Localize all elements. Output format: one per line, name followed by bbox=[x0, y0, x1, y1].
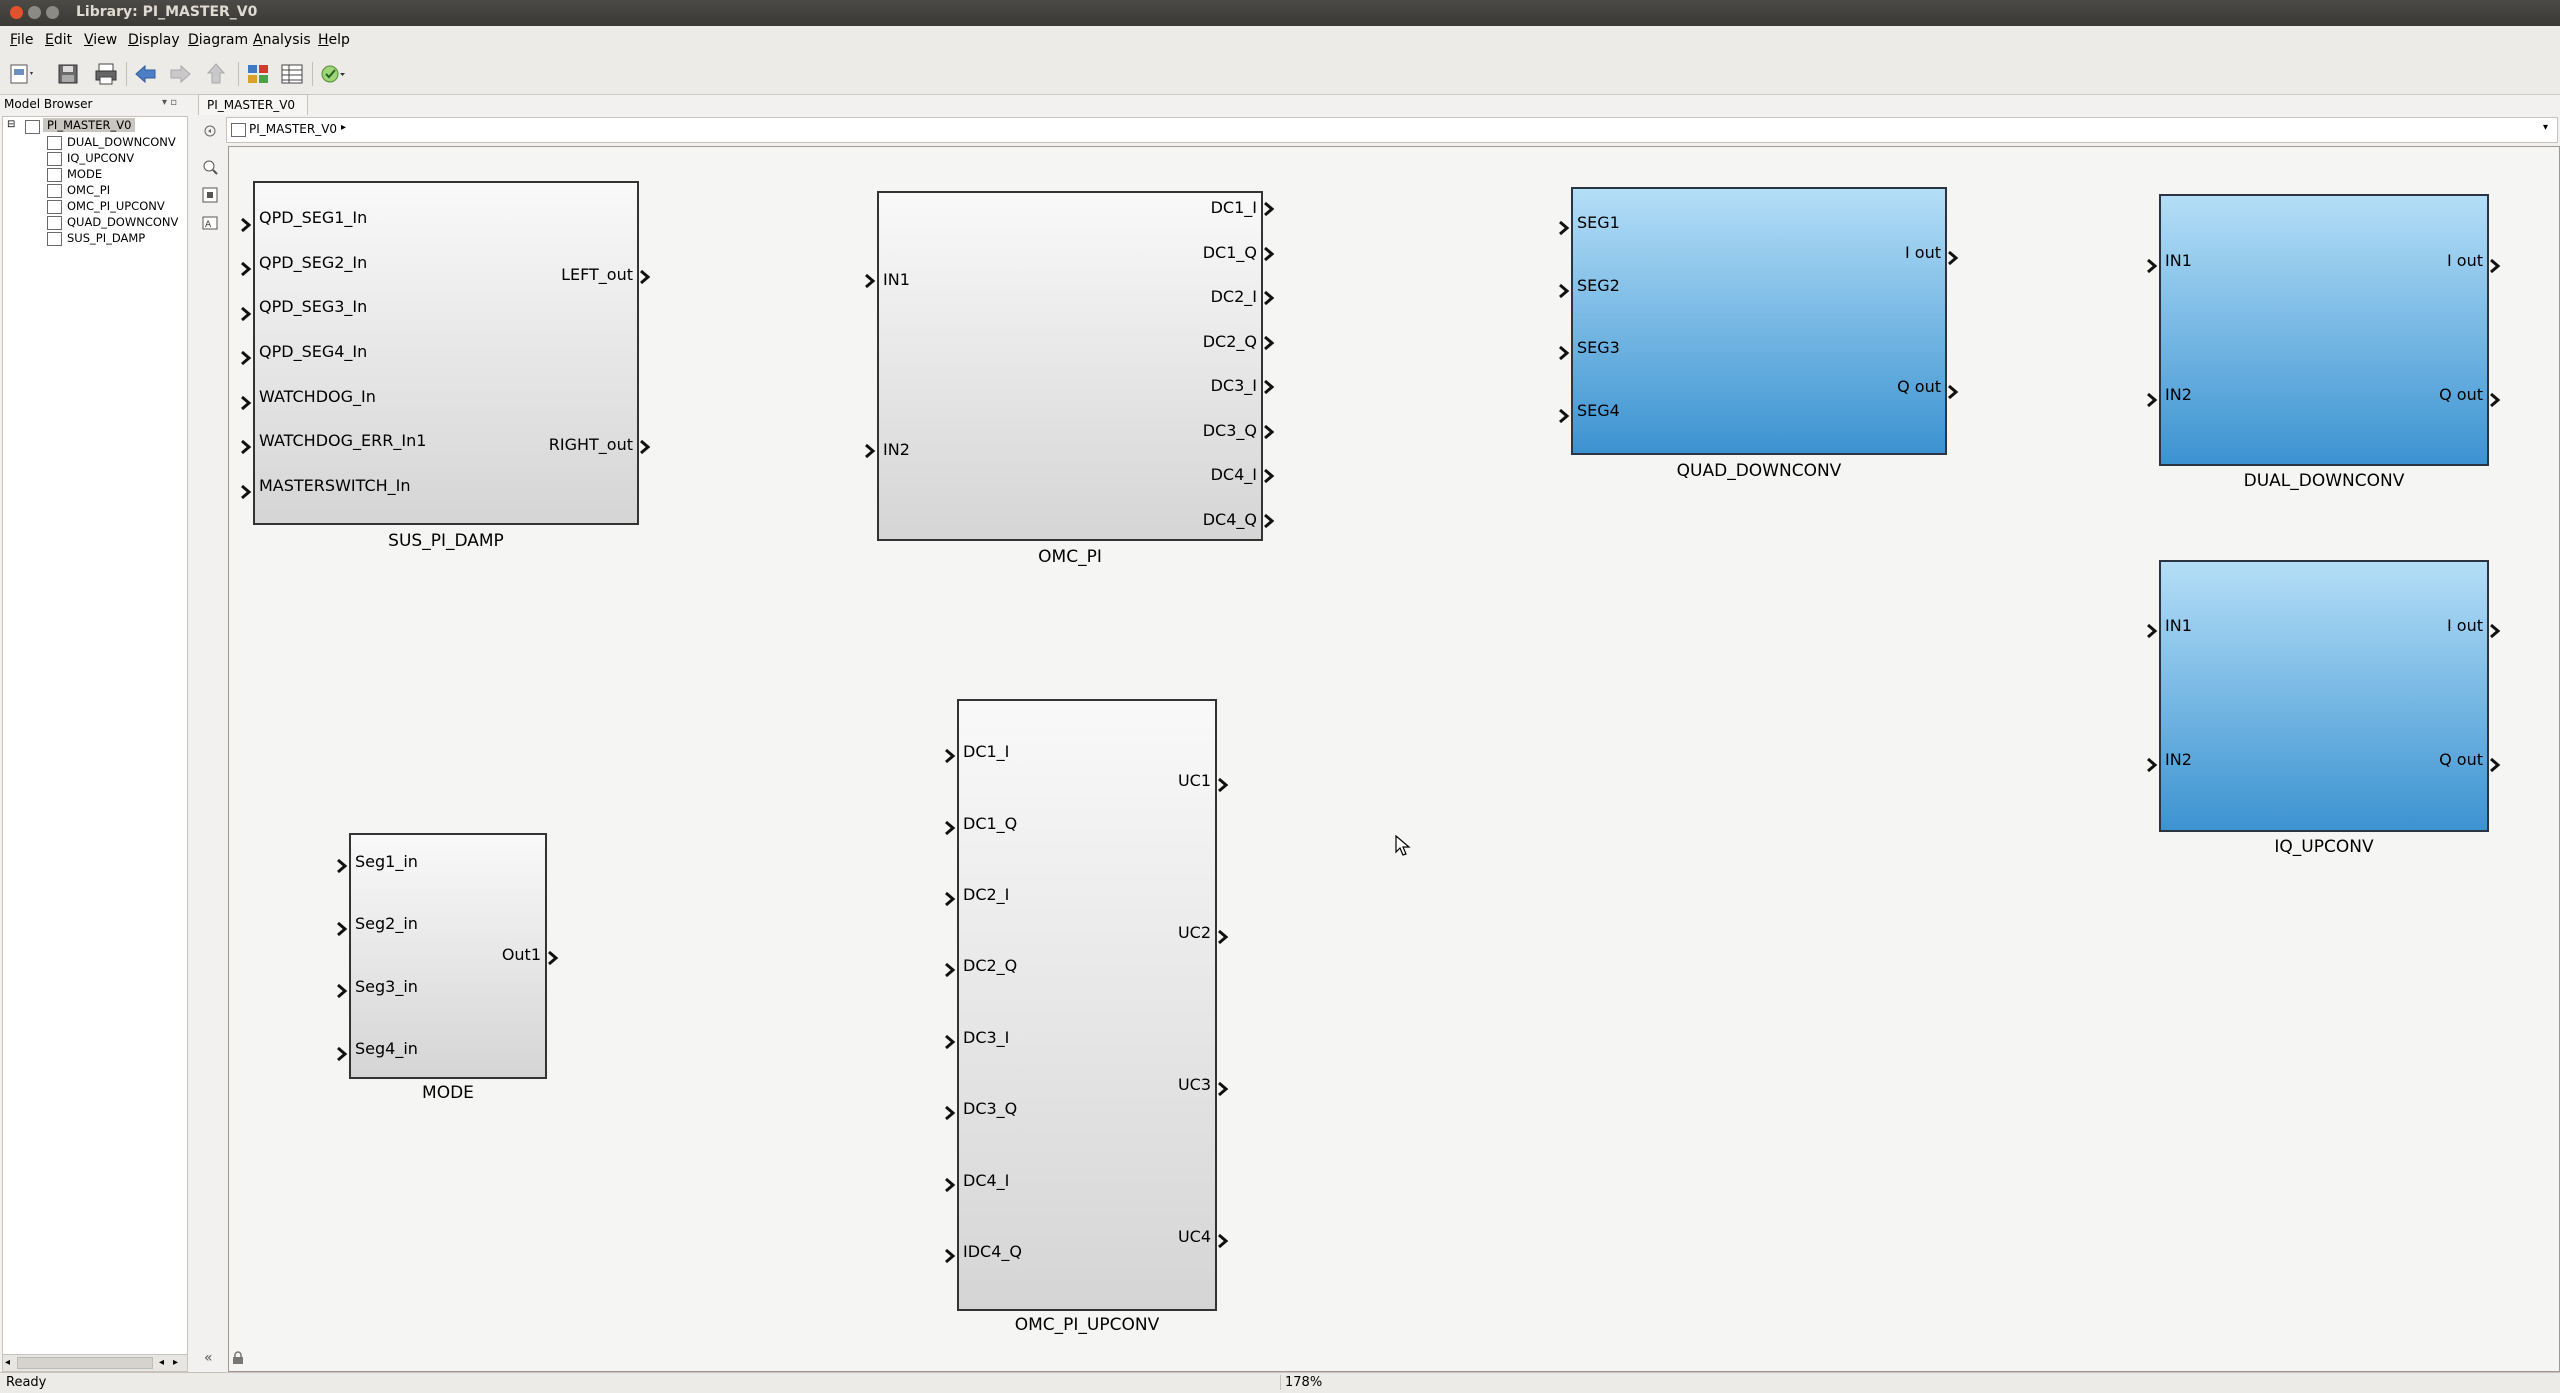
diagram-canvas[interactable]: QPD_SEG1_In QPD_SEG2_In QPD_SEG3_In QPD_… bbox=[228, 146, 2560, 1372]
subsystem-icon bbox=[47, 136, 62, 150]
menu-diagram[interactable]: Diagram bbox=[188, 32, 248, 48]
tree-item-omc-pi[interactable]: OMC_PI bbox=[67, 183, 110, 197]
menu-view[interactable]: View bbox=[84, 32, 117, 48]
svg-text:A: A bbox=[205, 220, 212, 230]
scroll-left-icon[interactable]: ◂ bbox=[5, 1357, 10, 1368]
menu-display[interactable]: Display bbox=[128, 32, 180, 48]
collapse-toggle-icon[interactable]: ⊟ bbox=[7, 119, 15, 130]
subsystem-icon bbox=[47, 216, 62, 230]
close-window-button[interactable] bbox=[10, 6, 23, 19]
breadcrumb-arrow-icon[interactable]: ▸ bbox=[341, 122, 346, 133]
port-arrows-overlay bbox=[241, 201, 2501, 1264]
fit-to-view-icon[interactable] bbox=[201, 186, 219, 204]
title-bar: Library: PI_MASTER_V0 bbox=[0, 0, 2560, 26]
tab-pi-master-v0[interactable]: PI_MASTER_V0 bbox=[198, 94, 308, 115]
menu-edit[interactable]: Edit bbox=[45, 32, 72, 48]
menu-help[interactable]: Help bbox=[318, 32, 350, 48]
scroll-thumb[interactable] bbox=[17, 1357, 153, 1369]
scroll-right-icon[interactable]: ▸ bbox=[173, 1357, 178, 1368]
model-icon bbox=[231, 123, 246, 137]
status-text: Ready bbox=[6, 1375, 47, 1390]
zoom-level: 178% bbox=[1280, 1375, 1322, 1390]
model-browser-tree: ⊟ PI_MASTER_V0 DUAL_DOWNCONV IQ_UPCONV M… bbox=[2, 116, 188, 1358]
minimize-window-button[interactable] bbox=[28, 6, 41, 19]
up-level-icon[interactable] bbox=[202, 60, 230, 88]
scroll-left-end-icon[interactable]: ◂ bbox=[159, 1357, 164, 1368]
mouse-cursor-icon bbox=[1395, 835, 1411, 856]
new-model-icon[interactable] bbox=[8, 60, 36, 88]
tree-item-sus-pi-damp[interactable]: SUS_PI_DAMP bbox=[67, 231, 145, 245]
lock-icon[interactable] bbox=[231, 1351, 245, 1365]
subsystem-icon bbox=[47, 184, 62, 198]
breadcrumb-bar: PI_MASTER_V0 ▸ ▾ bbox=[226, 117, 2558, 143]
hide-browser-icon[interactable] bbox=[201, 122, 219, 140]
subsystem-icon bbox=[47, 168, 62, 182]
collapse-pane-icon[interactable]: « bbox=[204, 1350, 213, 1366]
tree-item-mode[interactable]: MODE bbox=[67, 167, 102, 181]
print-icon[interactable] bbox=[92, 60, 120, 88]
tree-item-dual-downconv[interactable]: DUAL_DOWNCONV bbox=[67, 135, 176, 149]
model-browser-header: Model Browser ▾ ▫ bbox=[0, 94, 186, 114]
toolbar bbox=[0, 54, 2560, 95]
model-browser-title: Model Browser bbox=[4, 97, 93, 111]
maximize-window-button[interactable] bbox=[46, 6, 59, 19]
status-bar: Ready 178% bbox=[0, 1372, 2560, 1393]
menu-bar: File Edit View Display Diagram Analysis … bbox=[0, 26, 2560, 54]
back-arrow-icon[interactable] bbox=[132, 60, 160, 88]
tree-item-iq-upconv[interactable]: IQ_UPCONV bbox=[67, 151, 134, 165]
pane-options-icon[interactable]: ▾ ▫ bbox=[162, 97, 177, 108]
breadcrumb[interactable]: PI_MASTER_V0 bbox=[249, 122, 337, 136]
library-model-icon bbox=[25, 120, 40, 134]
subsystem-icon bbox=[47, 152, 62, 166]
tree-root-item[interactable]: PI_MASTER_V0 bbox=[43, 118, 136, 132]
tree-item-quad-downconv[interactable]: QUAD_DOWNCONV bbox=[67, 215, 178, 229]
subsystem-icon bbox=[47, 232, 62, 246]
forward-arrow-icon[interactable] bbox=[166, 60, 194, 88]
annotation-icon[interactable]: A bbox=[201, 214, 219, 232]
zoom-icon[interactable] bbox=[201, 158, 219, 176]
breadcrumb-dropdown-icon[interactable]: ▾ bbox=[2543, 122, 2548, 133]
menu-file[interactable]: File bbox=[10, 32, 33, 48]
tab-label: PI_MASTER_V0 bbox=[207, 98, 296, 112]
library-browser-icon[interactable] bbox=[244, 60, 272, 88]
check-status-icon[interactable] bbox=[318, 60, 346, 88]
window-title: Library: PI_MASTER_V0 bbox=[76, 4, 258, 20]
save-icon[interactable] bbox=[54, 60, 82, 88]
subsystem-icon bbox=[47, 200, 62, 214]
model-explorer-icon[interactable] bbox=[278, 60, 306, 88]
browser-horizontal-scrollbar[interactable]: ◂ ◂ ▸ bbox=[2, 1354, 188, 1372]
menu-analysis[interactable]: Analysis bbox=[253, 32, 311, 48]
tree-item-omc-pi-upconv[interactable]: OMC_PI_UPCONV bbox=[67, 199, 165, 213]
